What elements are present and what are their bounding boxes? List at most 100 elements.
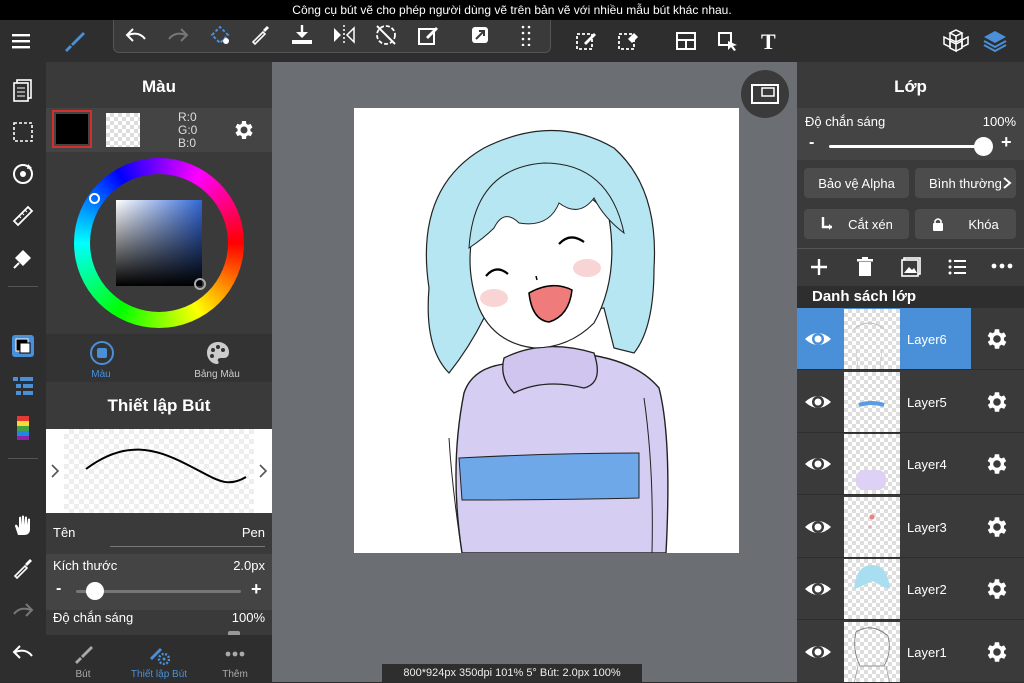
drawing-canvas[interactable] bbox=[354, 108, 739, 553]
blend-mode-label: Bình thường bbox=[929, 175, 1002, 191]
lock-label: Khóa bbox=[968, 216, 999, 232]
navigator-toggle-button[interactable] bbox=[741, 70, 789, 118]
gear-icon[interactable] bbox=[232, 118, 256, 142]
tab-color[interactable]: Màu bbox=[46, 334, 156, 382]
brush-list-icon[interactable] bbox=[5, 368, 41, 404]
visibility-eye-icon[interactable] bbox=[803, 450, 833, 478]
ruler-icon[interactable] bbox=[5, 198, 41, 234]
layer-settings-gear-icon[interactable] bbox=[984, 514, 1010, 540]
delete-layer-icon[interactable] bbox=[856, 257, 874, 277]
layer-settings-gear-icon[interactable] bbox=[984, 639, 1010, 665]
tab-palette[interactable]: Bảng Màu bbox=[162, 334, 272, 382]
canvas-area[interactable]: 800*924px 350dpi 101% 5° Bút: 2.0px 100% bbox=[272, 62, 797, 682]
hue-handle[interactable] bbox=[89, 193, 100, 204]
layer-opacity-minus-button[interactable]: - bbox=[809, 134, 814, 152]
layer-settings-gear-icon[interactable] bbox=[984, 326, 1010, 352]
visibility-eye-icon[interactable] bbox=[803, 638, 833, 666]
pen-name-value[interactable]: Pen bbox=[242, 525, 265, 540]
redo-icon[interactable] bbox=[162, 20, 194, 50]
grid-dots-icon[interactable] bbox=[510, 20, 542, 50]
layer-opacity-row: Độ chắn sáng 100% - + bbox=[797, 108, 1024, 160]
sv-handle[interactable] bbox=[194, 278, 206, 290]
edit-frame-icon[interactable] bbox=[412, 20, 444, 50]
text-tool-icon[interactable]: T bbox=[751, 20, 787, 62]
lock-button[interactable]: Khóa bbox=[915, 209, 1016, 239]
pen-settings-panel: Thiết lập Bút Tên Pen Kích thước 2.0px -… bbox=[46, 382, 272, 682]
redo-side-icon[interactable] bbox=[5, 592, 41, 628]
transform-icon[interactable] bbox=[204, 20, 236, 50]
size-minus-button[interactable]: - bbox=[56, 580, 61, 598]
add-layer-icon[interactable] bbox=[809, 257, 829, 277]
layer-row[interactable]: Layer2 bbox=[797, 558, 1024, 620]
secondary-color-swatch[interactable] bbox=[106, 113, 140, 147]
erase-selection-icon[interactable] bbox=[610, 20, 646, 62]
rotate-view-icon[interactable] bbox=[5, 156, 41, 192]
blend-mode-button[interactable]: Bình thường bbox=[915, 168, 1016, 198]
visibility-eye-icon[interactable] bbox=[803, 388, 833, 416]
status-bar: 800*924px 350dpi 101% 5° Bút: 2.0px 100% bbox=[382, 664, 642, 682]
layer-opacity-plus-button[interactable]: + bbox=[1001, 132, 1012, 153]
layer-settings-gear-icon[interactable] bbox=[984, 451, 1010, 477]
visibility-eye-icon[interactable] bbox=[803, 325, 833, 353]
layer-name: Layer4 bbox=[907, 457, 947, 472]
layer-name: Layer5 bbox=[907, 394, 947, 410]
share-icon[interactable] bbox=[464, 20, 496, 50]
flip-horizontal-icon[interactable] bbox=[328, 20, 360, 50]
layer-row[interactable]: Layer1 bbox=[797, 620, 1024, 683]
bucket-fill-icon[interactable] bbox=[5, 240, 41, 276]
tab-brush-settings-label: Thiết lập Bút bbox=[130, 669, 188, 680]
size-slider-handle[interactable] bbox=[85, 582, 104, 600]
selection-icon[interactable] bbox=[5, 114, 41, 150]
size-label: Kích thước bbox=[53, 558, 118, 573]
brush-tool-icon[interactable] bbox=[56, 20, 92, 62]
layer-opacity-value: 100% bbox=[982, 114, 1016, 129]
select-cursor-icon[interactable] bbox=[710, 20, 746, 62]
pen-opacity-label: Độ chắn sáng bbox=[53, 610, 134, 625]
color-wheel[interactable] bbox=[74, 158, 244, 328]
tab-brush-label: Bút bbox=[75, 669, 91, 680]
anime-girl-illustration bbox=[425, 129, 669, 553]
layer-list: Layer6 Layer5 Layer4 Layer3 Layer2 Layer1 bbox=[797, 308, 1024, 683]
visibility-eye-icon[interactable] bbox=[803, 513, 833, 541]
brush-settings-icon bbox=[148, 643, 170, 665]
primary-color-swatch[interactable] bbox=[52, 110, 92, 148]
hand-tool-icon[interactable] bbox=[5, 508, 41, 544]
more-icon bbox=[224, 643, 246, 665]
layer-settings-gear-icon[interactable] bbox=[984, 576, 1010, 602]
tab-more[interactable]: Thêm bbox=[198, 635, 272, 682]
edit-selection-icon[interactable] bbox=[568, 20, 604, 62]
layer-row[interactable]: Layer5 bbox=[797, 370, 1024, 433]
save-download-icon[interactable] bbox=[286, 20, 318, 50]
color-tabs: Màu Bảng Màu bbox=[46, 334, 272, 382]
layer-list-header: Danh sách lớp bbox=[797, 286, 1024, 308]
tab-brush[interactable]: Bút bbox=[46, 635, 120, 682]
layer-list-icon[interactable] bbox=[948, 258, 966, 276]
visibility-eye-icon[interactable] bbox=[803, 575, 833, 603]
eyedropper-icon[interactable] bbox=[244, 20, 276, 50]
rotate-lock-icon[interactable] bbox=[370, 20, 402, 50]
undo-icon[interactable] bbox=[120, 20, 152, 50]
menu-icon[interactable] bbox=[3, 20, 39, 62]
color-palette-bar-icon[interactable] bbox=[5, 410, 41, 446]
layer-image-icon[interactable] bbox=[901, 257, 921, 277]
3d-model-icon[interactable] bbox=[938, 20, 974, 62]
layer-more-icon[interactable] bbox=[991, 260, 1013, 272]
layer-row[interactable]: Layer3 bbox=[797, 495, 1024, 558]
layer-opacity-slider-handle[interactable] bbox=[974, 137, 993, 156]
clipping-button[interactable]: Cắt xén bbox=[804, 209, 909, 239]
saturation-value-square[interactable] bbox=[116, 200, 202, 286]
size-plus-button[interactable]: + bbox=[251, 579, 262, 600]
color-swatch-icon[interactable] bbox=[5, 328, 41, 364]
tab-brush-settings[interactable]: Thiết lập Bút bbox=[122, 635, 196, 682]
layout-icon[interactable] bbox=[668, 20, 704, 62]
layer-settings-gear-icon[interactable] bbox=[984, 389, 1010, 415]
undo-side-icon[interactable] bbox=[5, 634, 41, 670]
layer-opacity-slider-track[interactable] bbox=[829, 145, 987, 148]
alpha-protect-button[interactable]: Bảo vệ Alpha bbox=[804, 168, 909, 198]
layer-row[interactable]: Layer4 bbox=[797, 433, 1024, 495]
layers-icon[interactable] bbox=[977, 20, 1013, 62]
layer-row[interactable]: Layer6 bbox=[797, 308, 1024, 370]
pages-icon[interactable] bbox=[5, 72, 41, 108]
eyedropper-side-icon[interactable] bbox=[5, 550, 41, 586]
tooltip-banner: Công cụ bút vẽ cho phép người dùng vẽ tr… bbox=[0, 0, 1024, 20]
